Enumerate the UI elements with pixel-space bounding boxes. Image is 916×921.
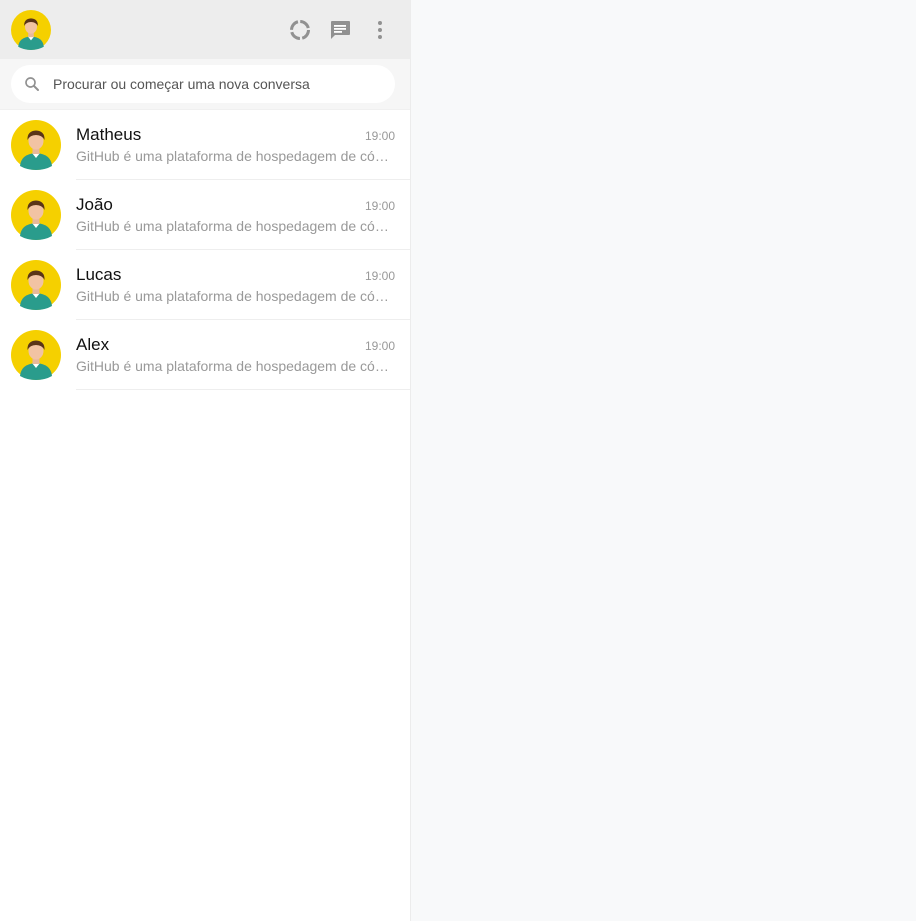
new-chat-button[interactable] xyxy=(320,10,360,50)
chat-list: Matheus 19:00 GitHub é uma plataforma de… xyxy=(0,110,410,921)
chat-list-item[interactable]: Lucas 19:00 GitHub é uma plataforma de h… xyxy=(0,250,410,320)
contact-avatar-icon xyxy=(11,190,61,240)
search-input[interactable] xyxy=(53,76,383,92)
chat-item-body: João 19:00 GitHub é uma plataforma de ho… xyxy=(76,180,410,250)
chat-name: Alex xyxy=(76,335,110,354)
chat-last-message: GitHub é uma plataforma de hospedagem de… xyxy=(76,148,395,164)
chat-list-item[interactable]: Matheus 19:00 GitHub é uma plataforma de… xyxy=(0,110,410,180)
chat-last-message: GitHub é uma plataforma de hospedagem de… xyxy=(76,288,395,304)
chat-last-message: GitHub é uma plataforma de hospedagem de… xyxy=(76,218,395,234)
chat-list-item[interactable]: Alex 19:00 GitHub é uma plataforma de ho… xyxy=(0,320,410,390)
chat-time: 19:00 xyxy=(364,199,395,213)
chat-time: 19:00 xyxy=(364,269,395,283)
chat-item-header: Lucas 19:00 xyxy=(76,265,395,285)
status-ring-icon xyxy=(290,19,310,40)
contact-avatar-icon xyxy=(11,260,61,310)
chat-item-header: Matheus 19:00 xyxy=(76,125,395,145)
content-area xyxy=(411,0,916,921)
chat-list-item[interactable]: João 19:00 GitHub é uma plataforma de ho… xyxy=(0,180,410,250)
contact-avatar-icon xyxy=(11,330,61,380)
chat-item-body: Matheus 19:00 GitHub é uma plataforma de… xyxy=(76,110,410,180)
chat-item-header: Alex 19:00 xyxy=(76,335,395,355)
search-icon xyxy=(25,77,39,91)
chat-item-body: Lucas 19:00 GitHub é uma plataforma de h… xyxy=(76,250,410,320)
chat-icon xyxy=(331,20,350,39)
user-avatar-icon[interactable] xyxy=(11,10,51,50)
chat-name: Matheus xyxy=(76,125,142,144)
more-vert-icon xyxy=(378,20,382,39)
chat-time: 19:00 xyxy=(364,129,395,143)
sidebar: Matheus 19:00 GitHub é uma plataforma de… xyxy=(0,0,411,921)
menu-button[interactable] xyxy=(360,10,400,50)
app-window: Matheus 19:00 GitHub é uma plataforma de… xyxy=(0,0,916,921)
chat-last-message: GitHub é uma plataforma de hospedagem de… xyxy=(76,358,395,374)
search-area xyxy=(0,59,410,110)
status-button[interactable] xyxy=(280,10,320,50)
sidebar-header xyxy=(0,0,410,59)
contact-avatar-icon xyxy=(11,120,61,170)
chat-item-header: João 19:00 xyxy=(76,195,395,215)
chat-item-body: Alex 19:00 GitHub é uma plataforma de ho… xyxy=(76,320,410,390)
chat-name: João xyxy=(76,195,113,214)
chat-name: Lucas xyxy=(76,265,122,284)
search-box[interactable] xyxy=(11,65,395,103)
header-actions xyxy=(280,10,400,50)
chat-time: 19:00 xyxy=(364,339,395,353)
